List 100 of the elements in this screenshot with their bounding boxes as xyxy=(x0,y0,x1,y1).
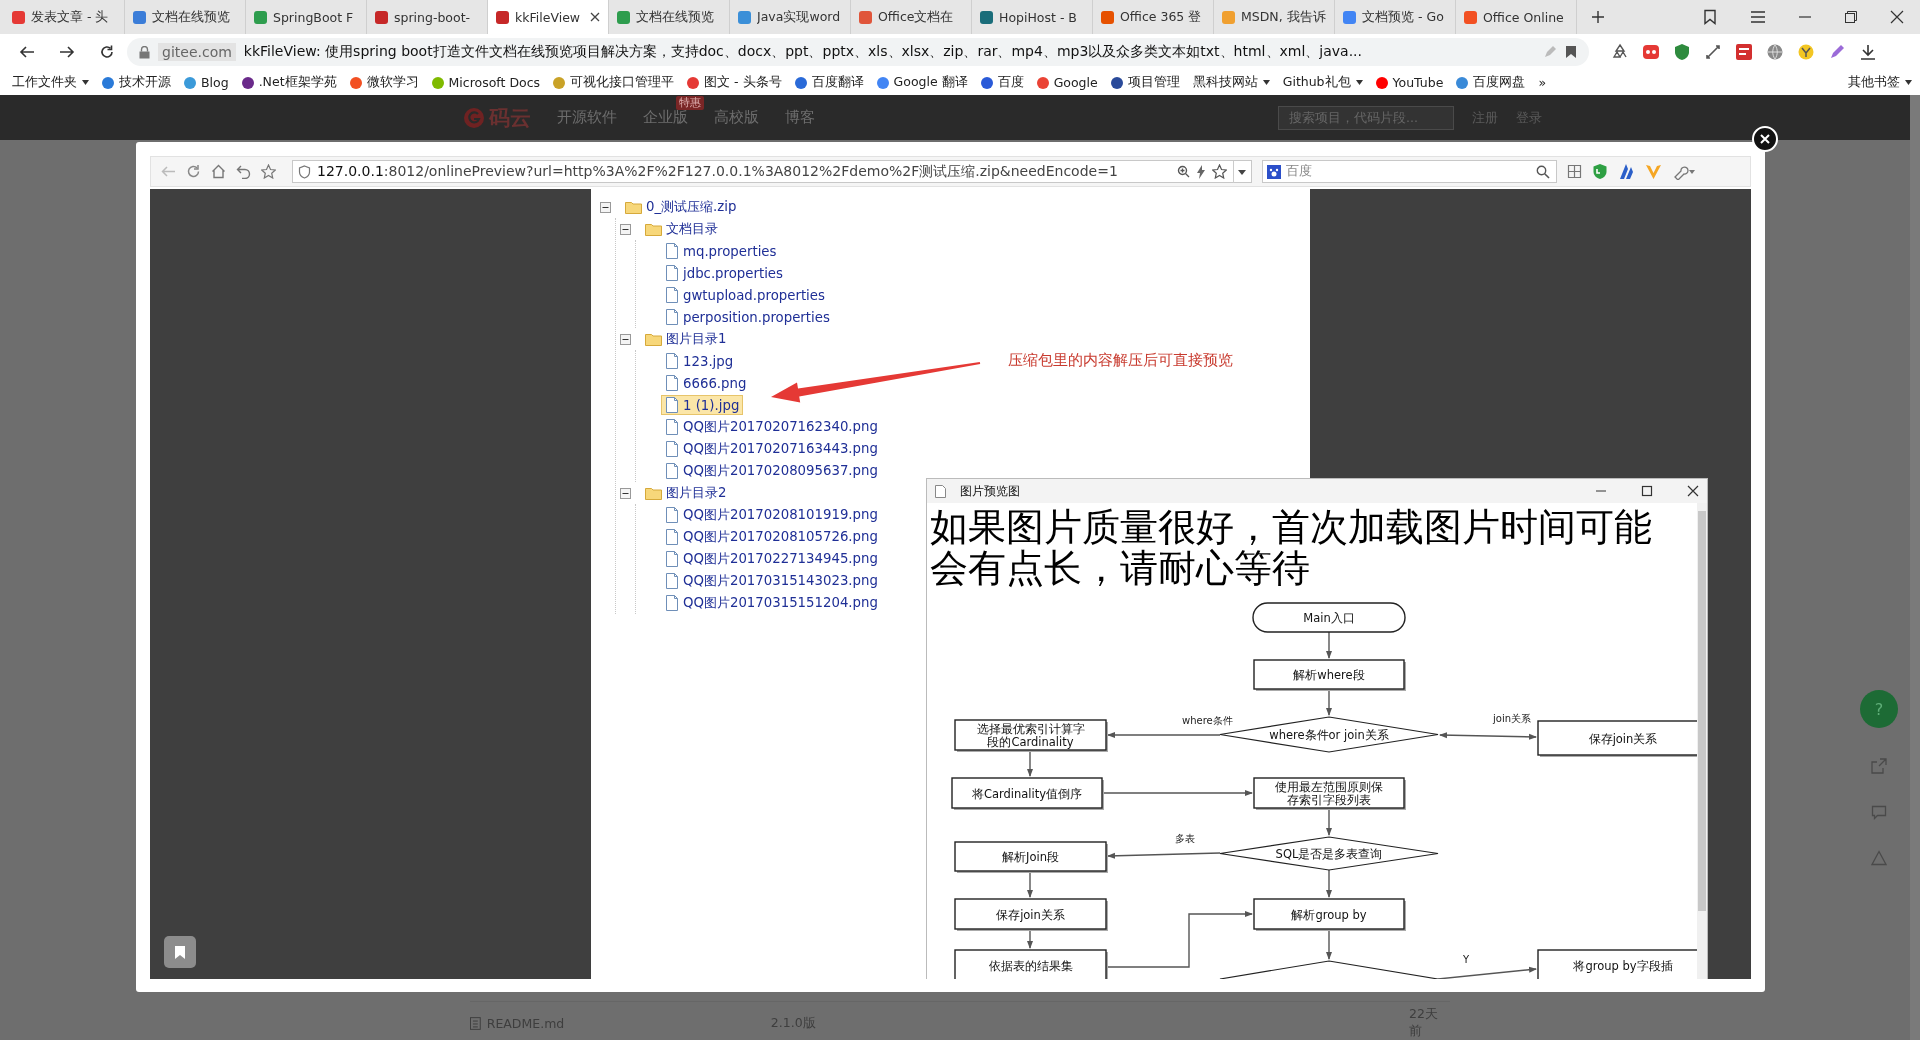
bookmark-item[interactable]: Google 翻译 xyxy=(876,74,968,91)
tree-item[interactable]: 图片目录1 xyxy=(641,328,731,350)
browser-tab[interactable]: 文档预览 - Go xyxy=(1335,0,1456,34)
browser-tab[interactable]: Office Online xyxy=(1456,0,1577,34)
bookmark-item[interactable]: 技术开源 xyxy=(102,74,171,91)
extension-icon[interactable] xyxy=(1797,43,1815,61)
close-icon[interactable] xyxy=(1687,485,1699,497)
home-icon[interactable] xyxy=(211,164,226,179)
bookmark-item[interactable]: Github礼包 xyxy=(1282,74,1363,91)
browser-tab[interactable]: 发表文章 - 头 xyxy=(4,0,125,34)
tree-item[interactable]: QQ图片20170315151204.png xyxy=(661,592,882,614)
bookmark-icon[interactable] xyxy=(1702,9,1718,25)
extension-icon[interactable] xyxy=(1618,163,1635,180)
address-bar[interactable]: 127.0.0.1:8012/onlinePreview?url=http%3A%2F%2F127.0.0.1%3A8012%2Fdemo%2F测试压缩.zip&needEncode=1 xyxy=(292,160,1252,183)
tree-item[interactable]: 123.jpg xyxy=(661,351,738,371)
process-node: 解析group by xyxy=(1253,898,1406,931)
bookmark-button[interactable] xyxy=(164,936,196,968)
tree-item[interactable]: QQ图片20170208101919.png xyxy=(661,504,882,526)
tree-item[interactable]: jdbc.properties xyxy=(661,263,787,283)
back-icon[interactable] xyxy=(19,44,35,60)
star-icon[interactable] xyxy=(261,164,276,179)
extension-icon[interactable] xyxy=(1735,43,1753,61)
pen-icon[interactable] xyxy=(1828,43,1846,61)
tree-item[interactable]: QQ图片20170227134945.png xyxy=(661,548,882,570)
wrench-icon[interactable] xyxy=(1672,163,1696,180)
scrollbar[interactable] xyxy=(1697,503,1707,979)
grid-icon[interactable] xyxy=(1567,164,1582,179)
bookmark-item[interactable]: Google xyxy=(1036,75,1098,90)
tree-item[interactable]: gwtupload.properties xyxy=(661,285,829,305)
tree-item[interactable]: QQ图片20170207163443.png xyxy=(661,438,882,460)
forward-icon[interactable] xyxy=(59,44,75,60)
browser-tab[interactable]: Office 365 登 xyxy=(1093,0,1214,34)
bookmark-item[interactable]: YouTube xyxy=(1375,75,1444,90)
shield-icon xyxy=(298,164,311,179)
browser-tab[interactable]: Java实现word xyxy=(730,0,851,34)
shield-icon[interactable] xyxy=(1592,163,1608,180)
maximize-icon[interactable] xyxy=(1641,485,1653,497)
browser-tab[interactable]: kkFileView xyxy=(488,0,609,34)
browser-tab[interactable]: 文档在线预览 xyxy=(609,0,730,34)
tree-item[interactable]: QQ图片20170315143023.png xyxy=(661,570,882,592)
close-icon[interactable] xyxy=(590,12,600,22)
scrollbar[interactable] xyxy=(1910,95,1920,1040)
bookmark-item[interactable]: 工作文件夹 xyxy=(12,74,89,91)
browser-tab[interactable]: HopiHost - B xyxy=(972,0,1093,34)
browser-tab[interactable]: MSDN, 我告诉 xyxy=(1214,0,1335,34)
bookmark-item[interactable]: 百度翻译 xyxy=(794,74,864,91)
bookmarks-overflow[interactable]: » xyxy=(1538,75,1547,90)
other-bookmarks[interactable]: 其他书签 xyxy=(1848,74,1912,91)
flow-arrow xyxy=(1326,869,1332,898)
download-icon[interactable] xyxy=(1859,43,1877,61)
close-button[interactable] xyxy=(1752,126,1778,152)
globe-icon[interactable] xyxy=(1766,43,1784,61)
address-bar[interactable]: gitee.com kkFileView: 使用spring boot打造文件文档在线预览项目解决方案，支持doc、docx、ppt、pptx、xls、xlsx、zip、rar、mp4、mp3以及众多类文本如txt、html、xml、java... xyxy=(127,38,1589,66)
shield-icon[interactable] xyxy=(1673,43,1691,61)
bookmark-item[interactable]: Blog xyxy=(184,75,229,90)
bookmark-item[interactable]: 图文 - 头条号 xyxy=(687,74,782,91)
tree-item[interactable]: 1 (1).jpg xyxy=(661,395,744,415)
lightning-icon[interactable] xyxy=(1196,164,1206,179)
bookmark-item[interactable]: 可视化接口管理平 xyxy=(553,74,675,91)
zoom-icon[interactable] xyxy=(1177,165,1190,178)
tree-item[interactable]: QQ图片20170208095637.png xyxy=(661,460,882,482)
logo-icon xyxy=(463,106,485,129)
extension-icon[interactable] xyxy=(1642,43,1660,61)
tree-item[interactable]: QQ图片20170207162340.png xyxy=(661,416,882,438)
undo-icon[interactable] xyxy=(236,164,251,179)
search-icon[interactable] xyxy=(1536,164,1550,179)
file-icon xyxy=(665,463,679,479)
tree-item[interactable]: 文档目录 xyxy=(641,218,722,240)
reload-icon[interactable] xyxy=(99,44,115,60)
caret-icon xyxy=(1355,80,1363,85)
tree-item[interactable]: 图片目录2 xyxy=(641,482,731,504)
tree-item[interactable]: QQ图片20170208105726.png xyxy=(661,526,882,548)
bookmark-item[interactable]: 黑科技网站 xyxy=(1192,74,1270,91)
close-icon[interactable] xyxy=(1890,10,1904,24)
bookmark-icon[interactable] xyxy=(1565,45,1577,59)
browser-tab[interactable]: SpringBoot F xyxy=(246,0,367,34)
bookmark-item[interactable]: 项目管理 xyxy=(1110,74,1180,91)
menu-icon[interactable] xyxy=(1750,10,1766,24)
star-icon[interactable] xyxy=(1212,164,1227,179)
bookmark-item[interactable]: Microsoft Docs xyxy=(431,75,541,90)
bookmark-item[interactable]: 微软学习 xyxy=(349,74,419,91)
tree-item[interactable]: perposition.properties xyxy=(661,307,834,327)
search-field[interactable]: 百度 xyxy=(1262,160,1557,183)
recycle-icon[interactable] xyxy=(1611,43,1629,61)
restore-icon[interactable] xyxy=(1844,10,1858,24)
flow-arrow xyxy=(1326,928,1332,960)
file-icon xyxy=(665,397,679,413)
process-node: 将group by字段插 xyxy=(1537,949,1697,979)
close-icon xyxy=(1760,134,1770,144)
tree-item[interactable]: 0_测试压缩.zip xyxy=(621,196,741,218)
browser-tab[interactable]: 文档在线预览 xyxy=(125,0,246,34)
bookmark-item[interactable]: .Net框架学苑 xyxy=(241,74,337,91)
bookmark-item[interactable]: 百度 xyxy=(980,74,1024,91)
bookmark-item[interactable]: 百度网盘 xyxy=(1456,74,1526,91)
new-tab-icon[interactable] xyxy=(1591,10,1605,24)
browser-tab[interactable]: Office文档在 xyxy=(851,0,972,34)
tree-item[interactable]: mq.properties xyxy=(661,241,781,261)
tree-item[interactable]: 6666.png xyxy=(661,373,751,393)
link-icon[interactable] xyxy=(1704,43,1722,61)
file-icon xyxy=(935,484,946,498)
